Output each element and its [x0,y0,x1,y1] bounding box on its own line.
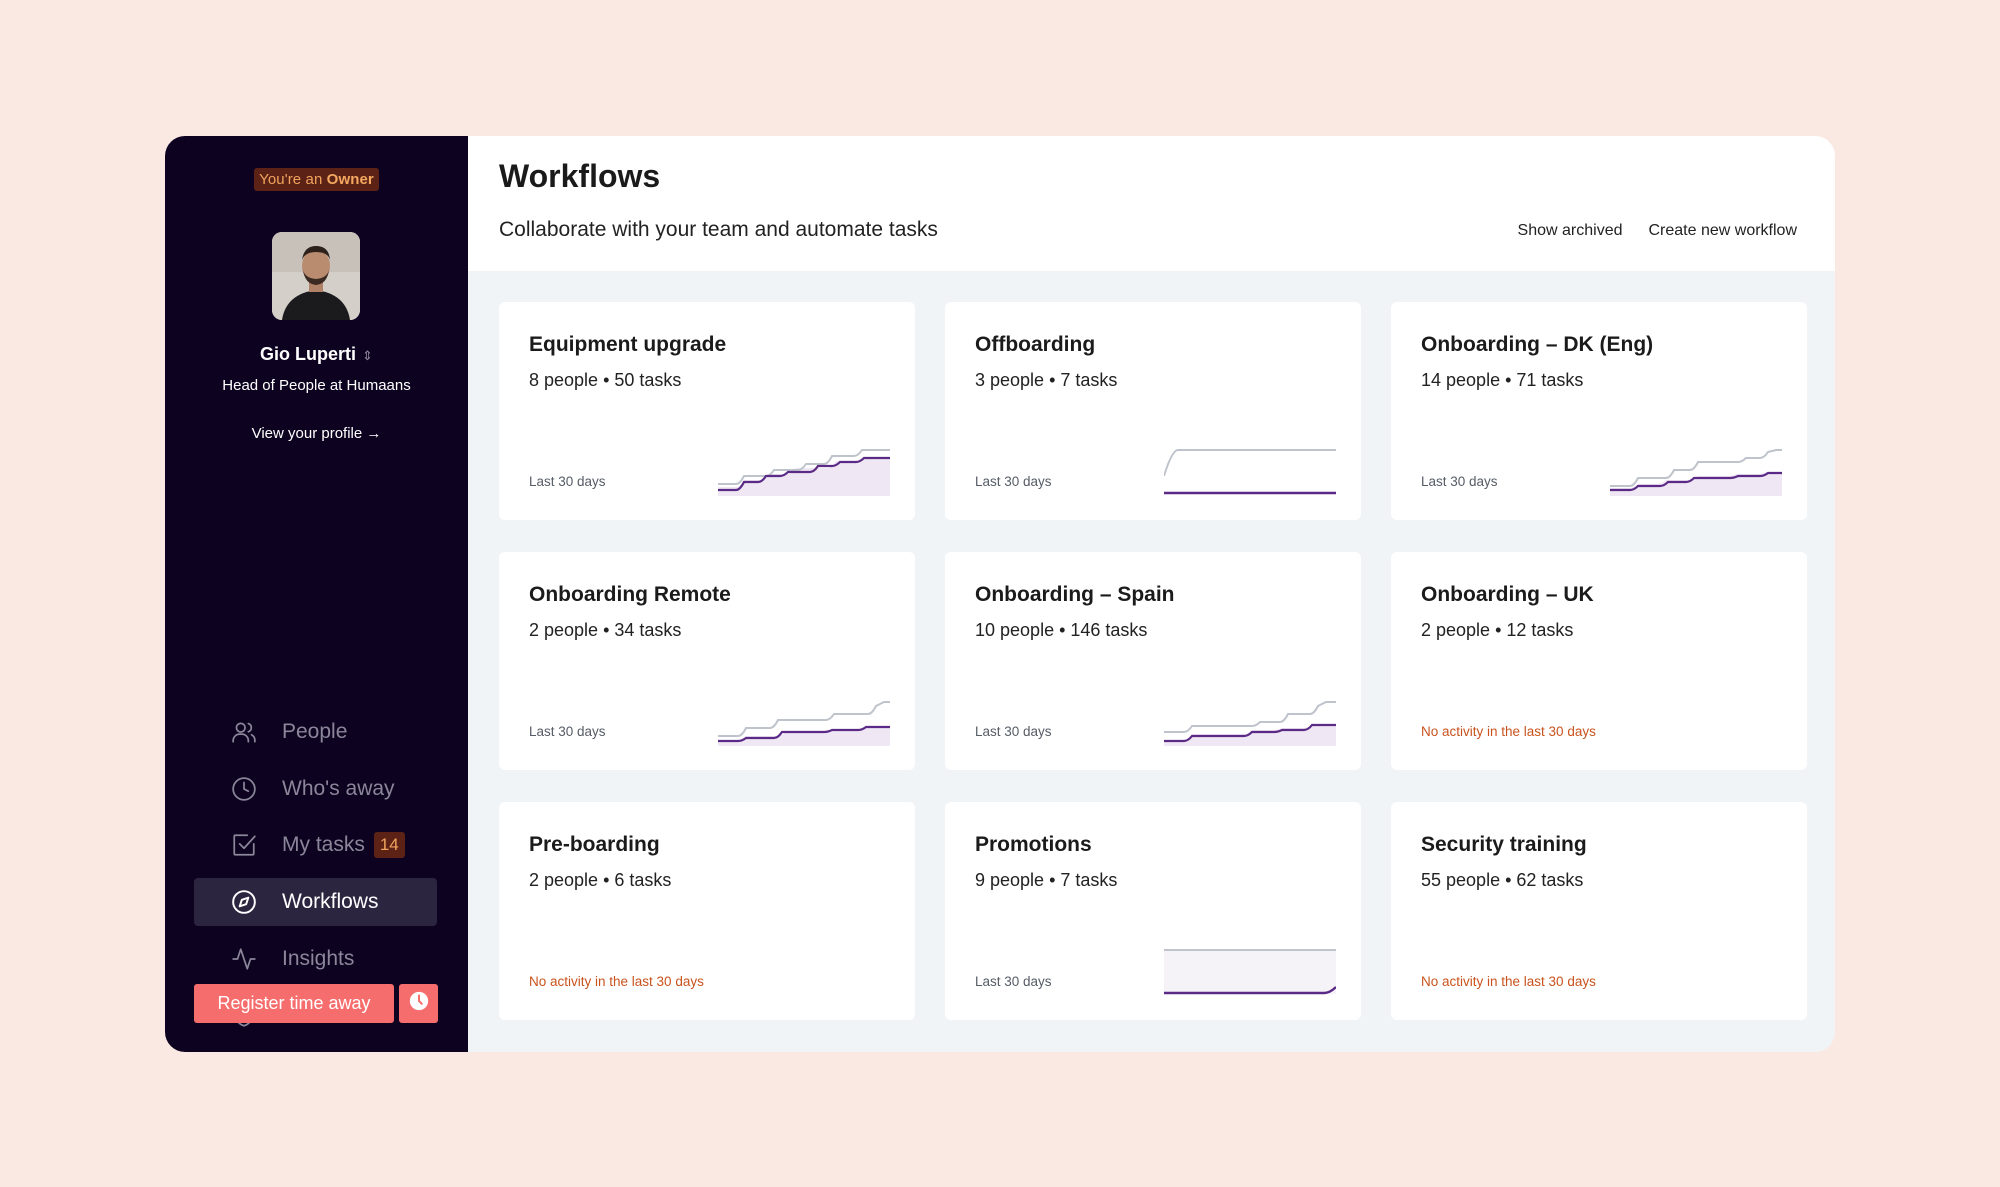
role-badge: You're an Owner [254,168,379,191]
workflow-meta: 10 people • 146 tasks [975,620,1148,640]
workflow-period: Last 30 days [975,474,1052,489]
activity-icon [230,945,258,973]
workflow-period: Last 30 days [529,474,606,489]
workflow-card[interactable]: Onboarding – Spain 10 people • 146 tasks… [945,552,1361,770]
workflow-title: Offboarding [975,333,1096,356]
workflow-period: Last 30 days [529,724,606,739]
workflow-title: Onboarding – Spain [975,583,1175,606]
sidebar-item-label: Workflows [282,890,379,914]
workflow-period: Last 30 days [1421,474,1498,489]
register-time-away-button[interactable]: Register time away [194,984,394,1023]
clock-icon [408,990,430,1017]
sidebar-item-people[interactable]: People [194,708,437,756]
workflow-card[interactable]: Pre-boarding 2 people • 6 tasks No activ… [499,802,915,1020]
task-count-badge: 14 [373,832,405,859]
workflow-card[interactable]: Onboarding Remote 2 people • 34 tasks La… [499,552,915,770]
view-profile-link[interactable]: View your profile → [165,425,468,442]
activity-sparkline [718,701,890,746]
no-activity-note: No activity in the last 30 days [1421,974,1596,989]
workflow-meta: 55 people • 62 tasks [1421,870,1584,890]
workflow-meta: 14 people • 71 tasks [1421,370,1584,390]
workflow-card[interactable]: Security training 55 people • 62 tasks N… [1391,802,1807,1020]
workflow-title: Pre-boarding [529,833,660,856]
time-away-clock-button[interactable] [399,984,438,1023]
app-window: You're an Owner Gio Luperti ⇕ Head of Peo… [165,136,1835,1052]
page-subtitle: Collaborate with your team and automate … [499,218,938,241]
header-actions: Show archived Create new workflow [1518,222,1797,240]
show-archived-link[interactable]: Show archived [1518,222,1623,240]
workflow-title: Promotions [975,833,1092,856]
sidebar-item-insights[interactable]: Insights [194,935,437,983]
role-prefix: You're an [259,171,327,188]
sidebar-item-label: My tasks [282,833,365,857]
workflow-meta: 8 people • 50 tasks [529,370,682,390]
main-content: Workflows Collaborate with your team and… [468,136,1835,1052]
workflow-meta: 3 people • 7 tasks [975,370,1118,390]
activity-sparkline [1610,449,1782,496]
checkbox-icon [230,831,258,859]
compass-icon [230,888,258,916]
no-activity-note: No activity in the last 30 days [1421,724,1596,739]
workflow-card[interactable]: Onboarding – DK (Eng) 14 people • 71 tas… [1391,302,1807,520]
workflow-period: Last 30 days [975,724,1052,739]
workflow-title: Onboarding – UK [1421,583,1594,606]
workflow-card[interactable]: Equipment upgrade 8 people • 50 tasks La… [499,302,915,520]
activity-sparkline [718,449,890,496]
workflow-title: Onboarding Remote [529,583,731,606]
workflow-meta: 9 people • 7 tasks [975,870,1118,890]
people-icon [230,718,258,746]
sidebar-item-my-tasks[interactable]: My tasks 14 [194,821,437,869]
clock-icon [230,775,258,803]
avatar-photo [272,232,360,320]
workflow-card[interactable]: Promotions 9 people • 7 tasks Last 30 da… [945,802,1361,1020]
workflow-card[interactable]: Onboarding – UK 2 people • 12 tasks No a… [1391,552,1807,770]
role-badge-wrap: You're an Owner [165,168,468,191]
workflow-meta: 2 people • 34 tasks [529,620,682,640]
sidebar-item-label: People [282,720,348,743]
workflow-card[interactable]: Offboarding 3 people • 7 tasks Last 30 d… [945,302,1361,520]
sidebar-item-label: Insights [282,946,355,970]
sidebar-item-workflows[interactable]: Workflows [194,878,437,927]
sidebar-item-label: Who's away [282,776,395,800]
activity-sparkline [1164,701,1336,746]
page-header: Workflows Collaborate with your team and… [468,136,1835,271]
avatar[interactable] [272,232,360,320]
workflow-grid: Equipment upgrade 8 people • 50 tasks La… [499,302,1807,1020]
workflow-title: Equipment upgrade [529,333,727,356]
role-name: Owner [326,171,374,188]
no-activity-note: No activity in the last 30 days [529,974,704,989]
chevron-updown-icon: ⇕ [362,348,373,363]
user-name-text: Gio Luperti [260,344,357,364]
workflow-period: Last 30 days [975,974,1052,989]
workflow-meta: 2 people • 12 tasks [1421,620,1574,640]
user-title: Head of People at Humaans [222,377,411,394]
create-new-workflow-link[interactable]: Create new workflow [1649,222,1798,240]
workflow-title: Security training [1421,833,1587,856]
user-name[interactable]: Gio Luperti ⇕ [165,344,468,365]
page-title: Workflows [499,158,661,194]
workflow-title: Onboarding – DK (Eng) [1421,333,1654,356]
activity-sparkline [1164,449,1336,495]
sidebar: You're an Owner Gio Luperti ⇕ Head of Peo… [165,136,468,1052]
activity-sparkline [1164,949,1336,995]
sidebar-item-whos-away[interactable]: Who's away [194,765,437,813]
workflow-meta: 2 people • 6 tasks [529,870,672,890]
